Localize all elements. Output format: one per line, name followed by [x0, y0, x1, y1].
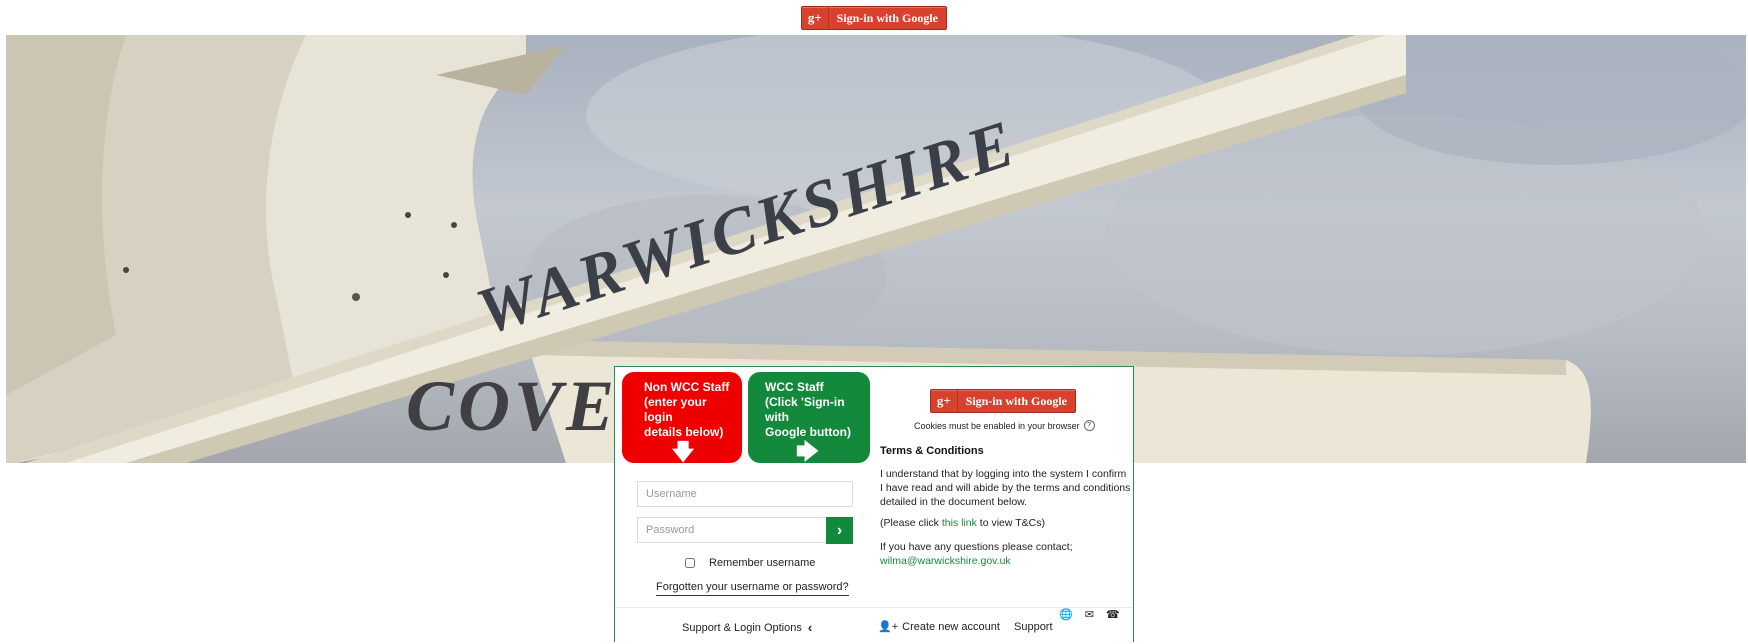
terms-click-line: (Please click this link to view T&Cs) [880, 517, 1045, 529]
cookies-note-text: Cookies must be enabled in your browser [914, 420, 1080, 431]
wcc-staff-tile: WCC Staff (Click 'Sign-in with Google bu… [748, 372, 870, 463]
remember-username-checkbox[interactable] [685, 558, 695, 568]
google-plus-icon: g+ [802, 7, 829, 29]
mail-icon[interactable]: ✉ [1085, 608, 1094, 621]
terms-contact-text: If you have any questions please contact… [880, 541, 1073, 553]
support-options-label: Support & Login Options [682, 621, 802, 634]
create-account-label: Create new account [902, 620, 1000, 633]
card-footer: Support & Login Options ‹ 👤+ Create new … [615, 607, 1133, 644]
login-submit-button[interactable]: › [826, 517, 853, 544]
non-wcc-tile-line1: Non WCC Staff [644, 380, 730, 394]
google-signin-label: Sign-in with Google [965, 393, 1067, 408]
support-label: Support [1014, 621, 1053, 633]
password-input[interactable] [637, 517, 827, 543]
remember-username-label: Remember username [709, 557, 816, 569]
arrow-down-icon: 🡇 [671, 439, 695, 464]
support-icons: 🌐 ✉ ☎ [1059, 608, 1120, 621]
google-signin-button-top[interactable]: g+ Sign-in with Google [801, 6, 947, 30]
contact-email-link[interactable]: wilma@warwickshire.gov.uk [880, 555, 1011, 567]
terms-body: I understand that by logging into the sy… [880, 468, 1131, 508]
arrow-right-icon: 🡆 [796, 439, 819, 464]
username-input[interactable] [637, 481, 853, 507]
phone-icon[interactable]: ☎ [1106, 608, 1120, 621]
terms-click-prefix: (Please click [880, 517, 942, 529]
help-icon[interactable]: ? [1083, 420, 1095, 431]
login-card: Non WCC Staff (enter your login details … [614, 366, 1134, 642]
google-signin-button-card[interactable]: g+ Sign-in with Google [930, 389, 1076, 413]
google-plus-icon: g+ [931, 390, 958, 412]
non-wcc-tile-line2: (enter your login [644, 395, 707, 424]
google-signin-label: Sign-in with Google [836, 10, 938, 25]
cookies-note: Cookies must be enabled in your browser … [914, 420, 1095, 431]
wcc-tile-line2: (Click 'Sign-in with [765, 395, 845, 424]
chevron-left-icon: ‹ [807, 620, 813, 635]
globe-icon[interactable]: 🌐 [1059, 608, 1073, 621]
support-login-options-toggle[interactable]: Support & Login Options ‹ [682, 620, 812, 635]
terms-link[interactable]: this link [942, 517, 977, 529]
remember-username[interactable]: Remember username [685, 557, 815, 569]
terms-contact: If you have any questions please contact… [880, 540, 1073, 568]
wcc-tile-line3: Google button) [765, 425, 851, 439]
non-wcc-staff-tile: Non WCC Staff (enter your login details … [622, 372, 742, 463]
wcc-tile-line1: WCC Staff [765, 380, 824, 394]
non-wcc-tile-line3: details below) [644, 425, 724, 439]
forgot-credentials-link[interactable]: Forgotten your username or password? [656, 581, 849, 596]
sign-text-lower: COVE [406, 366, 618, 446]
create-account-link[interactable]: 👤+ Create new account [878, 620, 1000, 634]
add-user-icon: 👤+ [878, 621, 899, 633]
terms-title: Terms & Conditions [880, 445, 984, 457]
terms-click-suffix: to view T&Cs) [976, 517, 1045, 529]
